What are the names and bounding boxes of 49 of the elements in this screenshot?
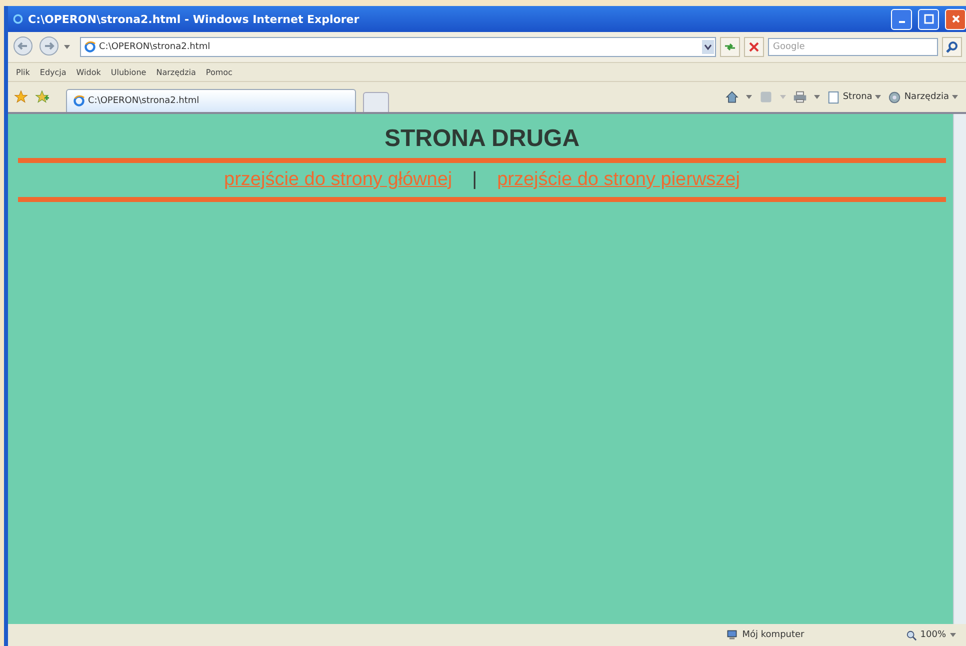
zoom-icon — [906, 630, 918, 640]
search-button[interactable] — [942, 37, 962, 57]
security-zone: Mój komputer — [742, 630, 806, 640]
maximize-button[interactable] — [918, 8, 939, 30]
page-icon — [84, 41, 96, 53]
menu-item[interactable]: Plik — [16, 68, 30, 76]
close-icon — [950, 14, 960, 24]
page-icon — [73, 95, 85, 107]
home-icon[interactable] — [724, 90, 739, 104]
caret-icon — [875, 95, 882, 99]
window-title: C:\OPERON\strona2.html - Windows Internet Explorer — [28, 12, 360, 26]
page-icon — [826, 90, 840, 104]
browser-tab[interactable]: C:\OPERON\strona2.html — [66, 89, 356, 112]
forward-button[interactable] — [38, 36, 60, 58]
star-icon[interactable] — [14, 90, 28, 104]
caret-icon — [952, 95, 958, 99]
menu-item[interactable]: Ulubione — [110, 68, 146, 76]
caret-icon[interactable] — [746, 95, 752, 99]
page-heading: STRONA DRUGA — [383, 124, 581, 154]
zoom-button[interactable]: 100% — [906, 630, 946, 640]
search-icon — [945, 40, 959, 54]
search-field[interactable]: Google — [768, 38, 938, 56]
address-field[interactable]: C:\OPERON\strona2.html — [80, 37, 716, 57]
add-favorite-icon[interactable] — [35, 90, 49, 104]
caret-icon[interactable] — [814, 95, 820, 99]
gear-icon — [888, 90, 902, 104]
cross-icon — [747, 40, 761, 54]
tools-menu-button[interactable]: Narzędzia — [888, 90, 958, 104]
printer-icon[interactable] — [792, 90, 807, 104]
computer-icon — [726, 629, 738, 641]
separator: | — [472, 169, 478, 191]
caret-icon[interactable] — [950, 633, 956, 637]
page-menu-button[interactable]: Strona — [826, 90, 882, 104]
caret-icon[interactable] — [64, 45, 70, 49]
new-tab-button[interactable] — [363, 92, 389, 112]
maximize-icon — [924, 14, 934, 24]
minimize-icon — [898, 21, 904, 23]
menu-item[interactable]: Widok — [76, 68, 101, 76]
browser-logo-icon — [12, 13, 24, 25]
back-button[interactable] — [12, 36, 34, 58]
minimize-button[interactable] — [891, 8, 912, 30]
stop-button[interactable] — [744, 37, 764, 57]
menu-item[interactable]: Narzędzia — [156, 68, 196, 76]
menu-item[interactable]: Edycja — [40, 68, 66, 76]
close-button[interactable] — [945, 8, 966, 30]
scrollbar[interactable] — [953, 114, 966, 624]
dropdown-icon[interactable] — [702, 40, 714, 54]
refresh-button[interactable] — [720, 37, 740, 57]
menu-item[interactable]: Pomoc — [206, 68, 232, 76]
